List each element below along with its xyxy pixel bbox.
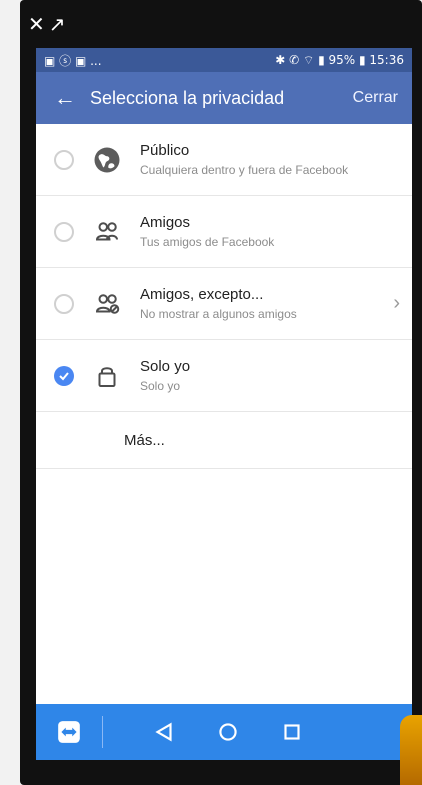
background-decoration: [400, 715, 422, 785]
back-arrow-icon[interactable]: ←: [54, 85, 90, 111]
app-bar: ← Selecciona la privacidad Cerrar: [36, 72, 412, 124]
option-text: Amigos, excepto... No mostrar a algunos …: [140, 286, 393, 321]
globe-icon: [94, 147, 120, 172]
teamviewer-icon[interactable]: [56, 719, 82, 745]
back-icon[interactable]: [151, 719, 177, 745]
option-label: Público: [140, 142, 190, 159]
option-label: Solo yo: [140, 358, 191, 375]
recent-apps-icon[interactable]: [279, 719, 305, 745]
check-icon: [59, 371, 69, 380]
phone-screen: ▣ ⓢ ▣ ... ✱ ✆ ⌔ ▮ 95% ▮ 15:36 ← Seleccio…: [36, 48, 412, 760]
option-label: Amigos, excepto...: [140, 286, 264, 303]
status-right: ✱ ✆ ⌔ ▮ 95% ▮ 15:36: [275, 52, 404, 67]
navigation-bar: [36, 704, 412, 760]
nav-divider: [102, 716, 103, 748]
lock-icon: [98, 366, 116, 387]
option-text: Solo yo Solo yo: [140, 358, 400, 393]
option-text: Amigos Tus amigos de Facebook: [140, 214, 400, 249]
home-icon[interactable]: [215, 719, 241, 745]
privacy-option-friends-except[interactable]: Amigos, excepto... No mostrar a algunos …: [36, 268, 412, 340]
more-options-button[interactable]: Más...: [36, 412, 412, 469]
option-subtitle: No mostrar a algunos amigos: [140, 307, 297, 321]
close-icon[interactable]: ✕: [28, 14, 45, 34]
external-link-icon[interactable]: ↗: [49, 14, 66, 34]
friends-icon: [95, 221, 118, 240]
page-title: Selecciona la privacidad: [90, 87, 285, 108]
status-left: ▣ ⓢ ▣ ...: [44, 53, 102, 68]
friends-except-icon: [95, 293, 120, 314]
option-subtitle: Solo yo: [140, 379, 181, 393]
radio-button-selected[interactable]: [54, 365, 74, 386]
radio-button[interactable]: [54, 293, 74, 314]
privacy-option-only-me[interactable]: Solo yo Solo yo: [36, 340, 412, 412]
option-label: Amigos: [140, 214, 191, 231]
privacy-option-public[interactable]: Público Cualquiera dentro y fuera de Fac…: [36, 124, 412, 196]
privacy-option-friends[interactable]: Amigos Tus amigos de Facebook: [36, 196, 412, 268]
status-bar: ▣ ⓢ ▣ ... ✱ ✆ ⌔ ▮ 95% ▮ 15:36: [36, 48, 412, 72]
frame-controls: ✕ ↗: [28, 12, 66, 36]
option-text: Público Cualquiera dentro y fuera de Fac…: [140, 142, 400, 177]
option-subtitle: Tus amigos de Facebook: [140, 235, 275, 249]
close-button[interactable]: Cerrar: [353, 89, 398, 107]
radio-button[interactable]: [54, 149, 74, 170]
radio-button[interactable]: [54, 221, 74, 242]
chevron-right-icon: ›: [393, 292, 400, 314]
option-subtitle: Cualquiera dentro y fuera de Facebook: [140, 163, 349, 177]
